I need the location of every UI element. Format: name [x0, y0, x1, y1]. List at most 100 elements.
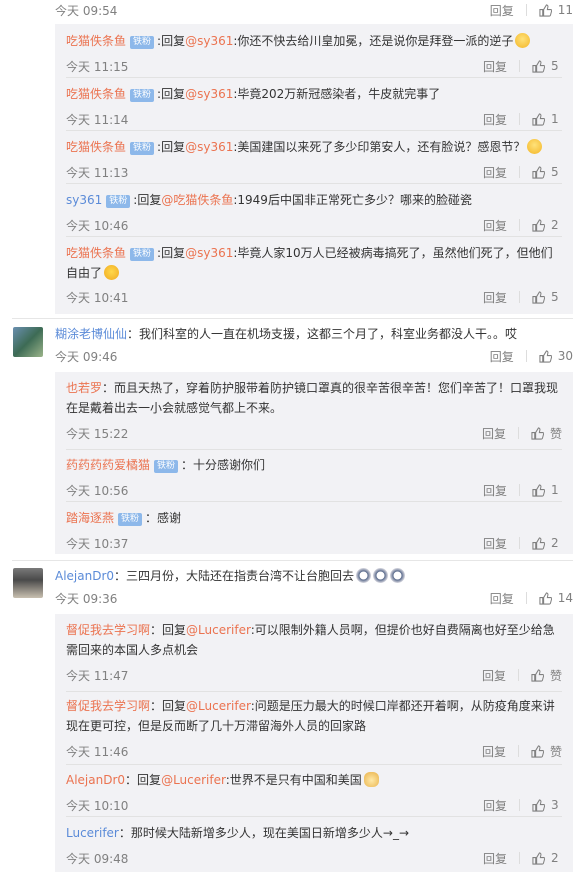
- like-count: 2: [551, 851, 559, 865]
- comment-text: 世界不是只有中国和美国: [229, 773, 362, 787]
- thumbs-up-icon: [531, 668, 544, 682]
- reply-button[interactable]: 回复: [475, 217, 507, 234]
- comment-time: 今天 11:47: [66, 668, 129, 683]
- reply-button[interactable]: 回复: [475, 289, 507, 306]
- divider: [66, 816, 562, 817]
- like-button[interactable]: 2: [532, 851, 562, 865]
- like-count: 14: [557, 591, 573, 605]
- reply-button[interactable]: 回复: [482, 590, 514, 607]
- comment-time: 今天 10:56: [66, 483, 129, 498]
- username[interactable]: 吃猫佚条鱼: [66, 34, 126, 48]
- divider: [519, 852, 520, 864]
- mention[interactable]: @sy361: [185, 87, 233, 101]
- like-button[interactable]: 赞: [531, 425, 562, 442]
- reply-button[interactable]: 回复: [482, 2, 514, 19]
- fan-badge: 铁粉: [130, 248, 155, 261]
- username[interactable]: sy361: [66, 193, 102, 207]
- like-button[interactable]: 2: [532, 218, 562, 232]
- avatar[interactable]: [13, 327, 43, 357]
- username[interactable]: 吃猫佚条鱼: [66, 140, 126, 154]
- comment-text: 毕竟202万新冠感染者，牛皮就完事了: [237, 87, 441, 101]
- fan-badge: 铁粉: [106, 195, 131, 208]
- list-item: 也若罗：而且天热了，穿着防护服带着防护镜口罩真的很辛苦很辛苦！您们辛苦了！口罩我…: [66, 381, 562, 442]
- comment-text: 十分感谢你们: [193, 458, 266, 472]
- reply-prefix: 回复: [137, 773, 162, 787]
- reply-button[interactable]: 回复: [475, 111, 507, 128]
- comment: AlejanDr0：三四月份，大陆还在指责台湾不让台胞回去 今天 09:36 回复…: [55, 568, 573, 607]
- username[interactable]: 踏海逐燕: [66, 511, 114, 525]
- like-button[interactable]: 1: [532, 112, 562, 126]
- mention[interactable]: @sy361: [185, 140, 233, 154]
- fan-badge: 铁粉: [154, 460, 179, 473]
- mention[interactable]: @Lucerifer: [186, 623, 251, 637]
- like-button[interactable]: 赞: [531, 743, 562, 760]
- comment-meta-top: 今天 09:54 回复 11: [55, 0, 573, 20]
- like-count: 1: [551, 483, 559, 497]
- dizzy-emoji-icon: [373, 568, 389, 583]
- divider: [525, 592, 527, 604]
- like-button[interactable]: 5: [532, 59, 562, 73]
- reply-prefix: 回复: [161, 246, 186, 260]
- fan-badge: 铁粉: [118, 513, 143, 526]
- mention[interactable]: @sy361: [185, 34, 233, 48]
- mention[interactable]: @Lucerifer: [186, 699, 251, 713]
- reply-button[interactable]: 回复: [474, 425, 506, 442]
- mention[interactable]: @Lucerifer: [161, 773, 226, 787]
- username[interactable]: 也若罗: [66, 381, 102, 395]
- username[interactable]: 吃猫佚条鱼: [66, 87, 126, 101]
- list-item: 药药药药爱橘猫 铁粉 ：十分感谢你们 今天 10:56 回复 1: [66, 455, 562, 500]
- like-button[interactable]: 11: [539, 3, 573, 17]
- sub-comment-list: 吃猫佚条鱼 铁粉:回复@sy361:你还不快去给川皇加冕，还是说你是拜登一派的逆子…: [55, 24, 573, 314]
- like-count: 赞: [549, 668, 562, 683]
- like-button[interactable]: 3: [532, 798, 562, 812]
- reply-button[interactable]: 回复: [482, 348, 514, 365]
- reply-button[interactable]: 回复: [475, 164, 507, 181]
- reply-button[interactable]: 回复: [475, 58, 507, 75]
- like-button[interactable]: 2: [532, 536, 562, 550]
- like-count: 5: [551, 59, 559, 73]
- username[interactable]: 督促我去学习啊: [66, 699, 150, 713]
- thumbs-up-icon: [531, 426, 544, 440]
- username[interactable]: 药药药药爱橘猫: [66, 458, 150, 472]
- reply-button[interactable]: 回复: [475, 850, 507, 867]
- like-button[interactable]: 赞: [531, 667, 562, 684]
- reply-button[interactable]: 回复: [475, 482, 507, 499]
- list-item: Lucerifer：那时候大陆新增多少人，现在美国日新增多少人→_→ 今天 09…: [66, 823, 562, 868]
- username[interactable]: AlejanDr0: [55, 569, 114, 583]
- username[interactable]: 糊涂老博仙仙: [55, 327, 127, 341]
- comment-time: 今天 11:13: [66, 165, 129, 180]
- username[interactable]: AlejanDr0: [66, 773, 125, 787]
- like-button[interactable]: 5: [532, 165, 562, 179]
- like-button[interactable]: 30: [539, 349, 573, 363]
- divider: [519, 60, 520, 72]
- comment-time: 今天 09:54: [55, 3, 118, 18]
- divider: [519, 166, 520, 178]
- username[interactable]: 吃猫佚条鱼: [66, 246, 126, 260]
- comment-time: 今天 15:22: [66, 426, 129, 441]
- smile-emoji-icon: [515, 33, 531, 48]
- reply-button[interactable]: 回复: [475, 797, 507, 814]
- thumbs-up-icon: [532, 798, 545, 812]
- like-button[interactable]: 14: [539, 591, 573, 605]
- divider: [66, 764, 562, 765]
- thumbs-up-icon: [532, 218, 545, 232]
- dizzy-emoji-icon: [356, 568, 372, 583]
- mention[interactable]: @吃猫佚条鱼: [161, 193, 233, 207]
- list-item: 吃猫佚条鱼 铁粉:回复@sy361:你还不快去给川皇加冕，还是说你是拜登一派的逆子…: [66, 31, 562, 76]
- reply-button[interactable]: 回复: [474, 667, 506, 684]
- divider: [66, 449, 562, 450]
- comment-time: 今天 10:37: [66, 536, 129, 551]
- comment-text: 三四月份，大陆还在指责台湾不让台胞回去: [126, 569, 355, 583]
- comment-time: 今天 10:41: [66, 290, 129, 305]
- username[interactable]: Lucerifer: [66, 826, 119, 840]
- reply-button[interactable]: 回复: [474, 743, 506, 760]
- dizzy-emoji-icon: [390, 568, 406, 583]
- avatar[interactable]: [13, 568, 43, 598]
- like-button[interactable]: 5: [532, 290, 562, 304]
- like-button[interactable]: 1: [532, 483, 562, 497]
- username[interactable]: 督促我去学习啊: [66, 623, 150, 637]
- reply-button[interactable]: 回复: [475, 535, 507, 552]
- comment-time: 今天 11:46: [66, 744, 129, 759]
- mention[interactable]: @sy361: [185, 246, 233, 260]
- list-item: 督促我去学习啊：回复@Lucerifer:可以限制外籍人员啊，但提价也好自费隔离…: [66, 623, 562, 684]
